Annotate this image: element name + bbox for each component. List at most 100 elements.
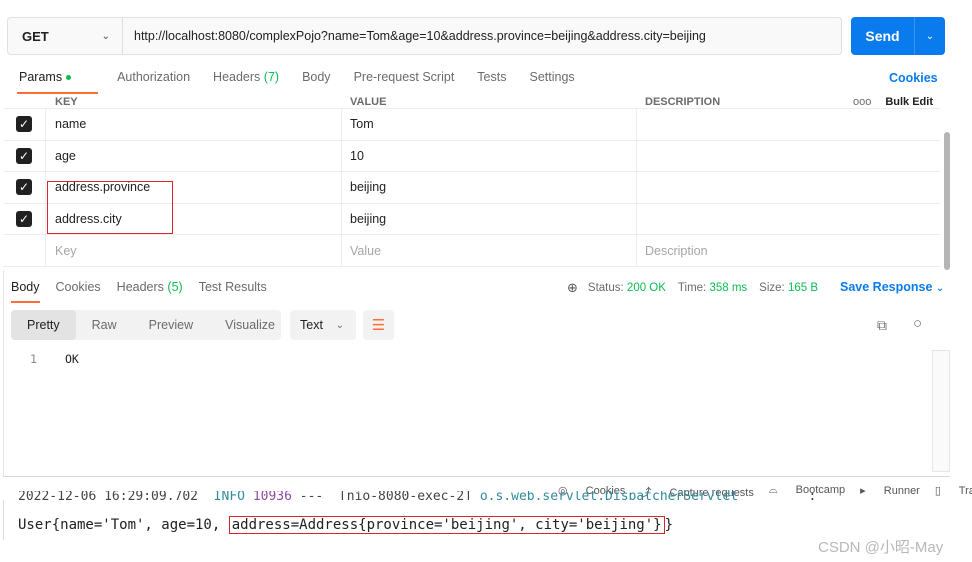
format-visualize[interactable]: Visualize — [209, 318, 291, 332]
params-header-row: KEY VALUE DESCRIPTION ooo Bulk Edit — [3, 90, 941, 109]
new-value-input[interactable]: Value — [342, 235, 637, 266]
console-output-highlight: address=Address{province='beijing', city… — [228, 516, 665, 534]
chevron-down-icon: ⌄ — [101, 30, 110, 42]
param-value[interactable]: beijing — [342, 172, 637, 203]
active-dot-icon — [66, 75, 72, 81]
format-preview[interactable]: Preview — [133, 318, 209, 332]
tab-settings[interactable]: Settings — [529, 70, 574, 84]
save-response-label: Save Response — [840, 280, 933, 294]
cookies-link[interactable]: Cookies — [889, 71, 938, 85]
request-bar: GET ⌄ http://localhost:8080/complexPojo?… — [7, 17, 842, 55]
tab-headers-count: (7) — [263, 70, 280, 84]
console-log-fragment: 2022-12-06 16:29:09.702 INFO 10936 --- [… — [18, 491, 958, 500]
response-text: OK — [65, 352, 79, 366]
save-response-button[interactable]: Save Response ⌄ — [840, 280, 944, 294]
panel-border — [3, 270, 4, 477]
method-label: GET — [22, 28, 49, 44]
format-pretty[interactable]: Pretty — [11, 310, 76, 340]
format-tabs: Pretty Raw Preview Visualize — [11, 310, 281, 340]
header-key: KEY — [55, 96, 78, 108]
param-description[interactable] — [637, 109, 941, 140]
param-description[interactable] — [637, 204, 941, 235]
copy-icon[interactable]: ⧉ — [877, 317, 887, 334]
method-select[interactable]: GET ⌄ — [8, 18, 123, 54]
tab-tests[interactable]: Tests — [477, 70, 506, 84]
watermark: CSDN @小昭-May — [818, 539, 944, 556]
param-description[interactable] — [637, 141, 941, 172]
wrap-lines-icon[interactable]: ☰ — [363, 310, 394, 340]
tab-body[interactable]: Body — [302, 70, 331, 84]
table-row: ✓ age 10 — [3, 140, 941, 173]
header-value: VALUE — [350, 96, 387, 108]
size-label: Size: — [759, 282, 785, 294]
tab-headers[interactable]: Headers (7) — [213, 70, 279, 84]
send-button[interactable]: Send ⌄ — [851, 17, 945, 55]
param-value[interactable]: beijing — [342, 203, 637, 235]
globe-icon[interactable]: ⊕ — [567, 280, 578, 296]
tab-authorization[interactable]: Authorization — [117, 70, 190, 84]
log-level: INFO — [213, 491, 245, 500]
search-icon[interactable]: ○ — [913, 315, 922, 332]
tab-response-body[interactable]: Body — [11, 280, 40, 303]
response-scrollbar[interactable] — [932, 350, 950, 472]
header-description-label: DESCRIPTION — [645, 96, 721, 108]
param-description[interactable] — [637, 172, 941, 203]
bulk-edit-button[interactable]: Bulk Edit — [885, 96, 933, 108]
params-scrollbar[interactable] — [944, 132, 950, 270]
console-border — [3, 500, 4, 540]
checkbox[interactable]: ✓ — [16, 179, 32, 196]
tab-params[interactable]: Params — [16, 70, 99, 94]
request-tabs: Params Authorization Headers (7) Body Pr… — [16, 70, 598, 94]
checkbox[interactable]: ✓ — [16, 211, 32, 228]
console-output: User{name='Tom', age=10, address=Address… — [18, 516, 673, 534]
param-value[interactable]: 10 — [342, 140, 637, 172]
table-row: ✓ name Tom — [3, 109, 941, 141]
console-output-suffix: } — [664, 517, 674, 533]
checkbox-cell: ✓ — [3, 172, 46, 203]
format-raw[interactable]: Raw — [76, 318, 133, 332]
log-thread: [nio-8080-exec-2] — [338, 491, 472, 500]
line-number: 1 — [30, 352, 37, 366]
chevron-down-icon[interactable]: ⌄ — [915, 17, 945, 55]
time-value[interactable]: 358 ms — [709, 282, 747, 294]
format-type-select[interactable]: Text ⌄ — [290, 310, 356, 340]
checkbox[interactable]: ✓ — [16, 147, 32, 164]
header-actions: ooo Bulk Edit — [853, 96, 933, 108]
param-value[interactable]: Tom — [342, 109, 637, 140]
tab-response-headers[interactable]: Headers (5) — [117, 280, 183, 294]
chevron-down-icon: ⌄ — [335, 319, 344, 331]
checkbox-cell: ✓ — [3, 140, 46, 172]
status-label: Status: — [587, 282, 624, 294]
status-value[interactable]: 200 OK — [627, 282, 666, 294]
tab-response-cookies[interactable]: Cookies — [56, 280, 101, 294]
url-input[interactable]: http://localhost:8080/complexPojo?name=T… — [123, 29, 706, 43]
size-value[interactable]: 165 B — [788, 282, 818, 294]
footer-trash-label: Trash — [958, 485, 972, 497]
checkbox-cell: ✓ — [3, 203, 46, 235]
time-label: Time: — [677, 282, 707, 294]
log-pid: 10936 — [252, 491, 292, 500]
tab-params-label: Params — [19, 70, 63, 84]
params-table: KEY VALUE DESCRIPTION ooo Bulk Edit ✓ na… — [3, 90, 941, 267]
new-description-input[interactable]: Description — [637, 235, 941, 266]
log-separator: --- — [299, 491, 324, 500]
tab-headers-label: Headers — [213, 70, 261, 84]
checkbox-cell — [3, 235, 46, 266]
checkbox[interactable]: ✓ — [16, 116, 32, 133]
console-output-prefix: User{name='Tom', age=10, — [18, 517, 229, 533]
log-logger: o.s.web.servlet.DispatcherServlet — [479, 491, 739, 500]
tab-test-results[interactable]: Test Results — [199, 280, 267, 294]
log-colon: : — [808, 491, 817, 500]
panel-divider — [3, 476, 950, 477]
more-icon[interactable]: ooo — [853, 96, 871, 108]
format-type-label: Text — [300, 318, 323, 332]
chevron-down-icon: ⌄ — [935, 283, 945, 294]
header-description: DESCRIPTION ooo Bulk Edit — [637, 96, 941, 108]
param-key[interactable]: name — [46, 109, 342, 140]
checkbox-cell: ✓ — [3, 109, 46, 140]
param-key[interactable]: age — [46, 140, 342, 172]
tab-response-headers-count: (5) — [167, 280, 183, 294]
annotation-highlight-box — [47, 181, 173, 234]
tab-pre-request-script[interactable]: Pre-request Script — [354, 70, 455, 84]
new-key-input[interactable]: Key — [46, 235, 342, 266]
